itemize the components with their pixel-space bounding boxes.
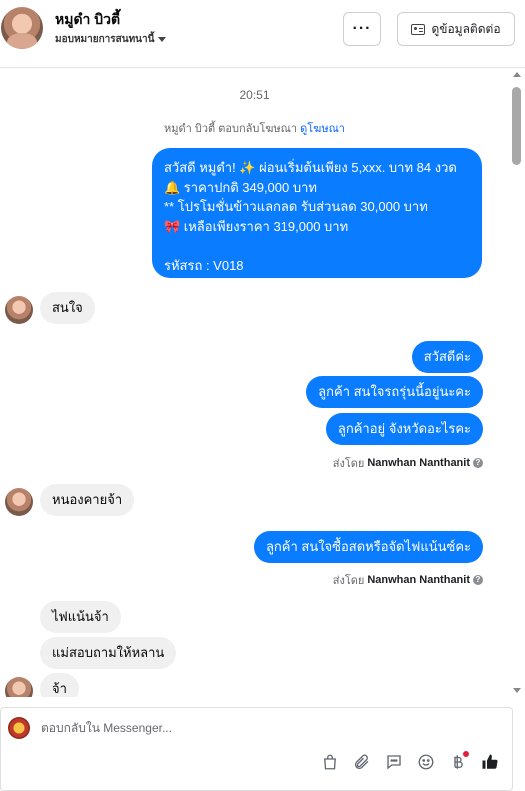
sender-name: Nanwhan Nanthanit xyxy=(367,457,470,469)
incoming-message: จ้า xyxy=(40,673,79,697)
contact-avatar-small xyxy=(5,677,33,697)
outgoing-message: ลูกค้า สนใจซื้อสดหรือจัดไฟแน้นซ์คะ xyxy=(253,531,483,563)
sender-name: Nanwhan Nanthanit xyxy=(367,574,470,586)
incoming-message: แม่สอบถามให้หลาน xyxy=(40,637,177,669)
page-avatar-icon xyxy=(8,717,30,739)
view-contact-label: ดูข้อมูลติดต่อ xyxy=(431,21,501,36)
outgoing-message: ลูกค้าอยู่ จังหวัดอะไรคะ xyxy=(325,413,483,445)
conversation-header: หมูดำ บิวตี้ มอบหมายการสนทนานี้ ··· ดูข้… xyxy=(0,0,525,68)
caret-down-icon xyxy=(158,37,167,42)
ad-line-5 xyxy=(164,236,470,256)
ad-line-2: 🔔 ราคาปกติ 349,000 บาท xyxy=(164,179,317,195)
reply-input[interactable] xyxy=(41,718,501,738)
sent-by-prefix: ส่งโดย xyxy=(332,575,365,587)
baht-payment-icon[interactable] xyxy=(446,750,470,774)
view-contact-button[interactable]: ดูข้อมูลติดต่อ xyxy=(397,12,515,46)
assign-label: มอบหมายการสนทนานี้ xyxy=(55,34,155,45)
ad-line-1: สวัสดี หมูดำ! ✨ ผ่อนเริ่มต้นเพียง 5,xxx.… xyxy=(164,160,457,175)
message-composer xyxy=(0,707,513,791)
contact-name[interactable]: หมูดำ บิวตี้ xyxy=(55,9,120,31)
shopping-bag-icon[interactable] xyxy=(318,750,342,774)
scroll-up-arrow-icon[interactable] xyxy=(513,72,521,77)
ad-message-bubble: สวัสดี หมูดำ! ✨ ผ่อนเริ่มต้นเพียง 5,xxx.… xyxy=(152,148,482,278)
info-icon[interactable]: ? xyxy=(473,575,483,585)
timestamp: 20:51 xyxy=(239,88,270,102)
view-ad-link[interactable]: ดูโฆษณา xyxy=(300,123,345,135)
contact-card-icon xyxy=(411,23,426,35)
assign-conversation-dropdown[interactable]: มอบหมายการสนทนานี้ xyxy=(55,32,167,47)
incoming-message: สนใจ xyxy=(40,292,95,324)
ad-reply-note-text: หมูดำ บิวตี้ ตอบกลับโฆษณา xyxy=(164,123,298,135)
more-options-button[interactable]: ··· xyxy=(343,12,381,46)
ad-line-3: ** โปรโมชั่นข้าวแลกลด รับส่วนลด 30,000 บ… xyxy=(164,199,428,214)
composer-toolbar xyxy=(318,750,502,774)
saved-reply-icon[interactable] xyxy=(382,750,406,774)
contact-avatar-small xyxy=(5,488,33,516)
incoming-message: หนองคายจ้า xyxy=(40,484,135,516)
contact-avatar[interactable] xyxy=(1,7,43,49)
more-icon: ··· xyxy=(352,20,372,37)
sent-by-label: ส่งโดย Nanwhan Nanthanit ? xyxy=(333,571,483,589)
like-icon[interactable] xyxy=(478,750,502,774)
emoji-icon[interactable] xyxy=(414,750,438,774)
scroll-down-arrow-icon[interactable] xyxy=(513,688,521,693)
info-icon[interactable]: ? xyxy=(473,458,483,468)
sent-by-prefix: ส่งโดย xyxy=(332,458,365,470)
incoming-message: ไฟแน้นจ้า xyxy=(40,601,121,633)
outgoing-message: สวัสดีค่ะ xyxy=(411,341,483,373)
contact-avatar-small xyxy=(5,296,33,324)
notification-dot xyxy=(463,751,469,757)
message-thread: 20:51 หมูดำ บิวตี้ ตอบกลับโฆษณา ดูโฆษณา … xyxy=(0,69,509,697)
attachment-icon[interactable] xyxy=(350,750,374,774)
outgoing-message: ลูกค้า สนใจรถรุ่นนี้อยู่นะคะ xyxy=(306,376,483,408)
ad-line-6: รหัสรถ : V018 xyxy=(164,257,244,273)
scroll-thumb[interactable] xyxy=(512,87,521,165)
ad-line-4: 🎀 เหลือเพียงราคา 319,000 บาท xyxy=(164,218,349,234)
ad-reply-note: หมูดำ บิวตี้ ตอบกลับโฆษณา ดูโฆษณา xyxy=(0,119,509,137)
thread-scrollbar[interactable] xyxy=(510,69,525,697)
sent-by-label: ส่งโดย Nanwhan Nanthanit ? xyxy=(333,454,483,472)
